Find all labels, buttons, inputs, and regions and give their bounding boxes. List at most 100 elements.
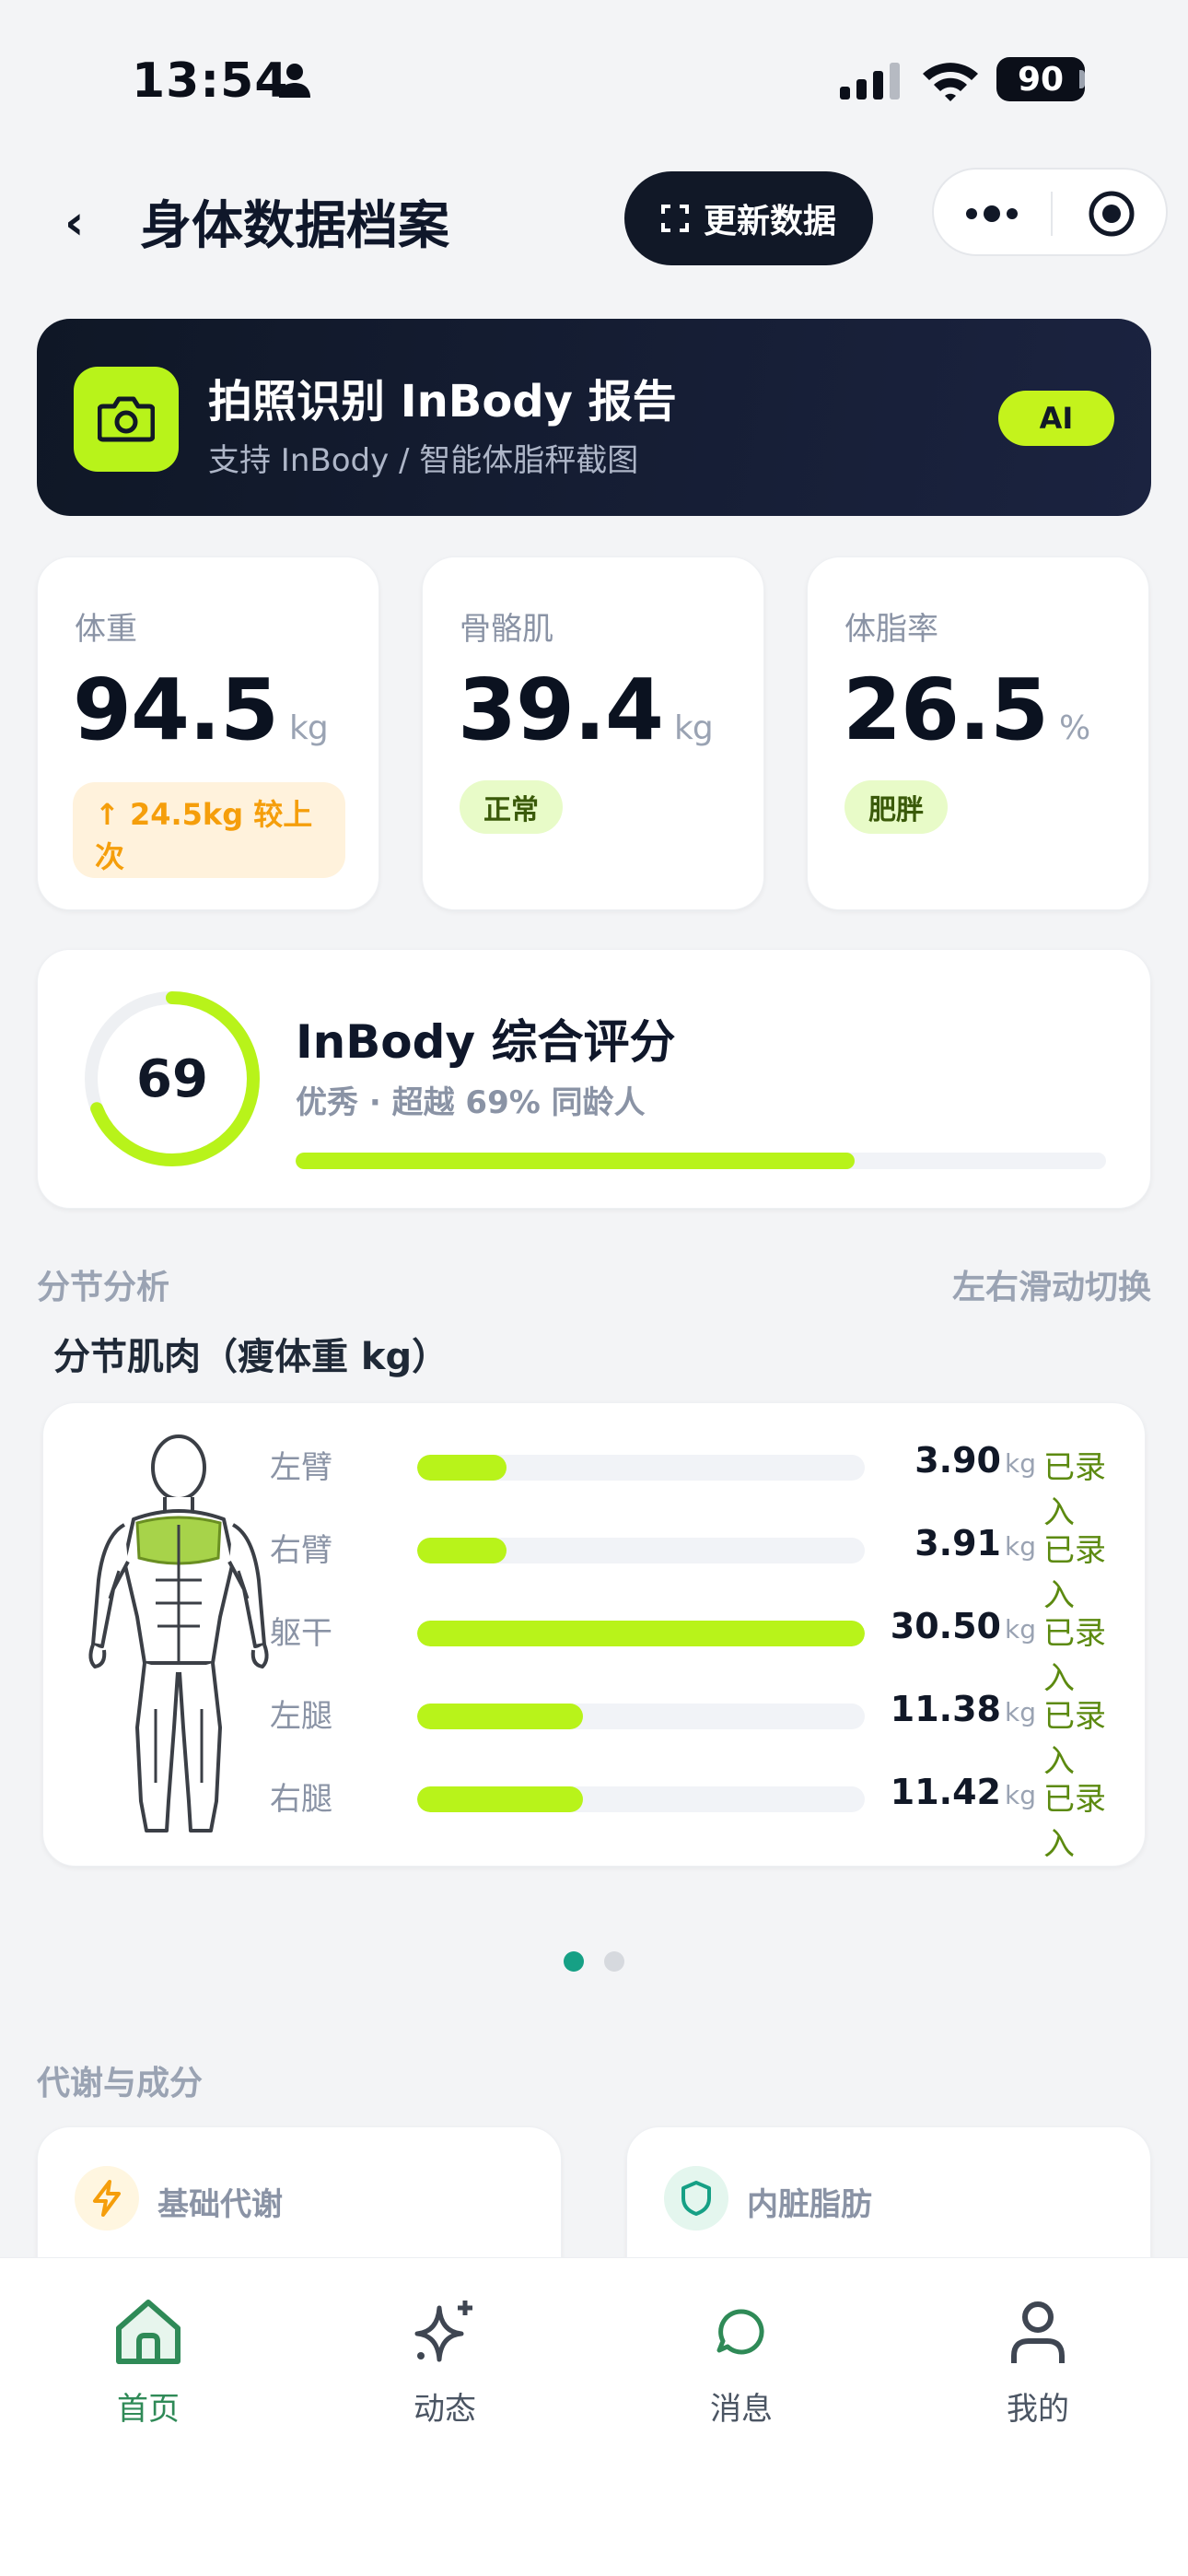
- signal-icon: [840, 63, 900, 100]
- tab-label: 首页: [117, 2391, 180, 2428]
- segment-unit: kg: [1005, 1697, 1036, 1727]
- segment-row-left-leg: 左腿 11.38 kg 已录入: [270, 1685, 1136, 1780]
- segment-bar-fill: [417, 1786, 583, 1812]
- segment-bar-track: [417, 1538, 865, 1563]
- sparkle-icon: [414, 2301, 472, 2362]
- pager-dots: [0, 1951, 1188, 1973]
- target-icon: [1089, 191, 1135, 237]
- inbody-score-card[interactable]: 69 InBody 综合评分 优秀 · 超越 69% 同龄人: [37, 949, 1151, 1209]
- more-button[interactable]: [934, 170, 1050, 258]
- close-miniprogram-button[interactable]: [1054, 170, 1170, 258]
- segment-title: 分节肌肉（瘦体重 kg）: [53, 1336, 449, 1378]
- metric-value: 26.5%: [843, 661, 1090, 759]
- home-icon: [116, 2300, 181, 2364]
- wifi-icon: [923, 63, 978, 101]
- segment-bar-fill: [417, 1455, 507, 1481]
- score-subtitle: 优秀 · 超越 69% 同龄人: [296, 1084, 646, 1121]
- card-title: 基础代谢: [157, 2186, 283, 2223]
- segment-bar-fill: [417, 1704, 583, 1729]
- segment-name: 躯干: [270, 1615, 332, 1652]
- camera-icon: [98, 396, 155, 442]
- segment-bar-fill: [417, 1538, 507, 1563]
- segment-row-right-leg: 右腿 11.42 kg 已录入: [270, 1768, 1136, 1863]
- segment-value: 3.90 kg: [859, 1440, 1036, 1481]
- ai-badge: AI: [998, 391, 1114, 446]
- weight-card[interactable]: 体重 94.5 kg ↑ 24.5kg 较上次: [37, 556, 379, 910]
- segment-unit: kg: [1005, 1531, 1036, 1562]
- pager-dot[interactable]: [604, 1951, 624, 1972]
- metric-label: 体重: [75, 611, 137, 648]
- ai-banner-subtitle: 支持 InBody / 智能体脂秤截图: [208, 442, 639, 479]
- segment-number: 3.91: [914, 1523, 1001, 1563]
- update-data-button[interactable]: 更新数据: [624, 171, 873, 265]
- metric-label: 体脂率: [844, 611, 938, 648]
- scan-icon: [660, 205, 689, 232]
- ai-scan-banner[interactable]: 拍照识别 InBody 报告 支持 InBody / 智能体脂秤截图 AI: [37, 319, 1151, 516]
- update-data-label: 更新数据: [703, 203, 836, 240]
- segment-bar-track: [417, 1621, 865, 1646]
- segment-name: 右臂: [270, 1532, 332, 1569]
- person-icon: [279, 64, 310, 98]
- segment-value: 3.91 kg: [859, 1523, 1036, 1563]
- segment-bar-fill: [417, 1621, 865, 1646]
- segment-bar-track: [417, 1455, 865, 1481]
- metric-number: 94.5: [73, 661, 279, 759]
- capsule-divider: [1051, 192, 1053, 236]
- section-label: 代谢与成分: [37, 2065, 204, 2102]
- segment-row-trunk: 躯干 30.50 kg 已录入: [270, 1602, 1136, 1697]
- status-badge: 正常: [460, 780, 563, 834]
- skeletal-muscle-card[interactable]: 骨骼肌 39.4 kg 正常: [422, 556, 764, 910]
- metric-value: 94.5 kg: [73, 661, 329, 759]
- more-dots-icon: [966, 205, 1018, 222]
- metric-number: 26.5: [843, 661, 1049, 759]
- swipe-hint: 左右滑动切换: [951, 1269, 1151, 1306]
- score-title: InBody 综合评分: [296, 1015, 676, 1069]
- segment-unit: kg: [1005, 1780, 1036, 1810]
- segment-value: 30.50 kg: [859, 1606, 1036, 1646]
- segment-row-left-arm: 左臂 3.90 kg 已录入: [270, 1436, 1136, 1531]
- tab-messages[interactable]: 消息: [593, 2295, 890, 2442]
- segment-row-right-arm: 右臂 3.91 kg 已录入: [270, 1519, 1136, 1614]
- mini-program-capsule: [932, 168, 1168, 256]
- pager-dot-active[interactable]: [564, 1951, 584, 1972]
- status-badge: 肥胖: [844, 780, 948, 834]
- segment-status: 已录入: [1043, 1781, 1106, 1863]
- body-fat-card[interactable]: 体脂率 26.5% 肥胖: [807, 556, 1149, 910]
- segment-number: 11.42: [890, 1772, 1001, 1812]
- segment-number: 11.38: [890, 1689, 1001, 1729]
- back-button[interactable]: ‹: [64, 199, 101, 247]
- ai-banner-title: 拍照识别 InBody 报告: [208, 376, 677, 427]
- camera-icon-box: [74, 367, 179, 472]
- chat-icon: [716, 2309, 764, 2355]
- segment-muscle-card[interactable]: 左臂 3.90 kg 已录入 右臂 3.91 kg 已录入 躯干 30.50 kg 已…: [42, 1402, 1146, 1867]
- metric-unit: kg: [289, 709, 329, 747]
- section-label: 分节分析: [37, 1269, 170, 1306]
- icon-circle: [75, 2166, 139, 2231]
- tab-label: 消息: [710, 2391, 773, 2428]
- metric-unit: %: [1059, 709, 1090, 747]
- status-time: 13:54: [132, 53, 289, 109]
- tab-feed[interactable]: 动态: [297, 2295, 593, 2442]
- body-figure-icon: [88, 1434, 269, 1832]
- segment-name: 左臂: [270, 1449, 332, 1486]
- segment-unit: kg: [1005, 1448, 1036, 1479]
- segment-bar-track: [417, 1786, 865, 1812]
- page-title: 身体数据档案: [140, 196, 449, 256]
- tab-home[interactable]: 首页: [0, 2295, 297, 2442]
- segment-number: 30.50: [890, 1606, 1001, 1646]
- tab-label: 动态: [413, 2391, 476, 2428]
- metric-label: 骨骼肌: [460, 611, 553, 648]
- change-badge: ↑ 24.5kg 较上次: [73, 782, 345, 878]
- card-title: 内脏脂肪: [747, 2186, 872, 2223]
- tab-label: 我的: [1007, 2391, 1069, 2428]
- segment-name: 右腿: [270, 1781, 332, 1818]
- segment-value: 11.42 kg: [859, 1772, 1036, 1812]
- segment-bar-track: [417, 1704, 865, 1729]
- shield-icon: [681, 2181, 711, 2216]
- metric-unit: kg: [674, 709, 714, 747]
- segment-name: 左腿: [270, 1698, 332, 1735]
- tab-profile[interactable]: 我的: [890, 2295, 1186, 2442]
- segment-number: 3.90: [914, 1440, 1001, 1481]
- metric-number: 39.4: [458, 661, 664, 759]
- battery-indicator: 90: [996, 57, 1085, 101]
